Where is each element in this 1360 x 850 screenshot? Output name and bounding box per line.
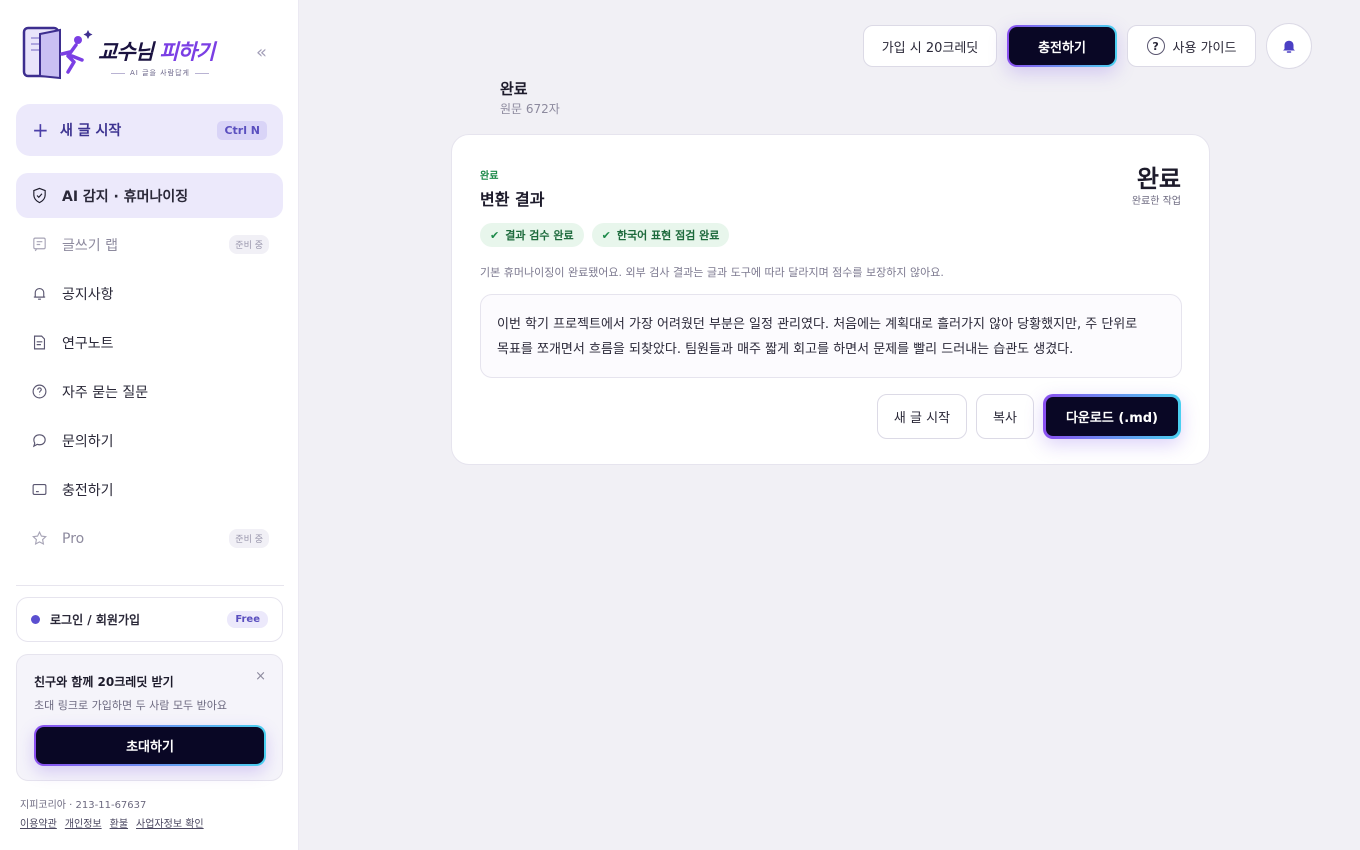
bell-icon	[1283, 40, 1295, 53]
message-square-icon	[30, 236, 48, 254]
shortcut-badge: Ctrl N	[217, 120, 267, 140]
invite-promo-card: 친구와 함께 20크레딧 받기 초대 링크로 가입하면 두 사람 모두 받아요 …	[16, 654, 283, 781]
disclaimer-text: 기본 휴머나이징이 완료됐어요. 외부 검사 결과는 글과 도구에 따라 달라지…	[480, 266, 944, 279]
login-signup-button[interactable]: 로그인 / 회원가입 Free	[16, 597, 283, 642]
sidebar-item-notices[interactable]: 공지사항	[16, 271, 283, 316]
status-label: 완료	[480, 171, 499, 182]
sidebar: 교수님 피하기 AI 글을 사람답게 « + 새 글 시작 Ctrl N AI …	[0, 0, 299, 850]
check-icon: ✔	[490, 228, 500, 242]
guide-label: 사용 가이드	[1172, 40, 1237, 56]
sidebar-item-writing-lab[interactable]: 글쓰기 랩 준비 중	[16, 222, 283, 267]
chip-review-done: ✔ 결과 검수 완료	[480, 223, 584, 247]
big-status-caption: 완료한 작업	[1131, 196, 1181, 207]
check-icon: ✔	[601, 228, 611, 242]
logo-icon	[22, 26, 93, 80]
chat-bubble-icon	[30, 432, 48, 450]
sidebar-item-label: AI 감지 · 휴머나이징	[62, 188, 189, 205]
sidebar-item-label: 글쓰기 랩	[62, 237, 118, 254]
brand-tagline: AI 글을 사람답게	[106, 68, 214, 78]
sidebar-item-research-notes[interactable]: 연구노트	[16, 320, 283, 365]
invite-title: 친구와 함께 20크레딧 받기	[34, 675, 174, 689]
status-dot	[31, 615, 40, 624]
card-actions: 새 글 시작 복사 다운로드 (.md)	[876, 394, 1181, 439]
help-circle-icon	[30, 383, 48, 401]
sidebar-item-label: 자주 묻는 질문	[62, 384, 149, 401]
download-button[interactable]: 다운로드 (.md)	[1043, 394, 1181, 439]
close-icon[interactable]: ×	[255, 669, 266, 684]
page-subtitle: 원문 672자	[500, 102, 560, 116]
sidebar-item-label: 공지사항	[62, 286, 114, 303]
check-chips: ✔ 결과 검수 완료 ✔ 한국어 표현 점검 완료	[480, 223, 730, 247]
bell-icon	[30, 285, 48, 303]
help-circle-icon: ?	[1146, 37, 1165, 55]
sidebar-nav: AI 감지 · 휴머나이징 글쓰기 랩 준비 중 공지사항 연구노트 자주 묻는…	[16, 173, 283, 565]
logo[interactable]: 교수님 피하기 AI 글을 사람답게	[22, 24, 232, 84]
shield-icon	[30, 187, 48, 205]
refund-link[interactable]: 환불	[110, 815, 128, 830]
result-line: 이번 학기 프로젝트에서 가장 어려웠던 부분은 일정 관리였다. 처음에는 계…	[497, 317, 1138, 332]
new-writing-label: 새 글 시작	[60, 123, 122, 139]
document-icon	[30, 334, 48, 352]
result-text[interactable]: 이번 학기 프로젝트에서 가장 어려웠던 부분은 일정 관리였다. 처음에는 계…	[480, 294, 1182, 378]
coming-soon-badge: 준비 중	[229, 235, 269, 254]
sidebar-item-faq[interactable]: 자주 묻는 질문	[16, 369, 283, 414]
notifications-button[interactable]	[1266, 23, 1312, 69]
sidebar-item-label: 문의하기	[62, 433, 114, 450]
plus-icon: +	[32, 118, 49, 142]
sidebar-item-charge[interactable]: 충전하기	[16, 467, 283, 512]
chip-korean-check-done: ✔ 한국어 표현 점검 완료	[591, 223, 730, 247]
coming-soon-badge: 준비 중	[229, 529, 269, 548]
terms-link[interactable]: 이용약관	[20, 815, 57, 830]
card-title: 변환 결과	[480, 190, 545, 209]
card-icon	[30, 481, 48, 499]
charge-button[interactable]: 충전하기	[1007, 25, 1117, 67]
new-writing-button[interactable]: + 새 글 시작 Ctrl N	[16, 104, 283, 156]
sidebar-item-ai-detect[interactable]: AI 감지 · 휴머나이징	[16, 173, 283, 218]
big-status: 완료	[1136, 165, 1181, 193]
copy-button[interactable]: 복사	[976, 394, 1034, 439]
sidebar-item-pro[interactable]: Pro 준비 중	[16, 516, 283, 561]
signup-bonus-button[interactable]: 가입 시 20크레딧	[863, 25, 997, 67]
login-label: 로그인 / 회원가입	[50, 613, 141, 627]
new-writing-button[interactable]: 새 글 시작	[876, 394, 968, 439]
plan-badge: Free	[227, 611, 268, 628]
collapse-sidebar-button[interactable]: «	[256, 42, 267, 63]
business-info-link[interactable]: 사업자정보 확인	[136, 815, 204, 830]
brand-name: 교수님 피하기	[98, 40, 215, 64]
invite-button[interactable]: 초대하기	[34, 725, 266, 766]
guide-button[interactable]: ? 사용 가이드	[1127, 25, 1256, 67]
result-card: 완료 변환 결과 완료 완료한 작업 ✔ 결과 검수 완료 ✔ 한국어 표현 점검 …	[451, 134, 1210, 465]
footer-links: 이용약관 개인정보 환불 사업자정보 확인	[20, 815, 204, 830]
sidebar-item-contact[interactable]: 문의하기	[16, 418, 283, 463]
sidebar-item-label: Pro	[62, 530, 85, 547]
result-line: 목표를 쪼개면서 흐름을 되찾았다. 팀원들과 매주 짧게 회고를 하면서 문제…	[497, 342, 1074, 357]
sidebar-divider	[16, 585, 284, 586]
invite-subtitle: 초대 링크로 가입하면 두 사람 모두 받아요	[34, 699, 228, 712]
company-info: 지피코리아 · 213-11-67637	[20, 800, 147, 811]
page-title: 완료	[500, 80, 528, 98]
star-icon	[30, 530, 48, 548]
sidebar-item-label: 연구노트	[62, 335, 114, 352]
privacy-link[interactable]: 개인정보	[65, 815, 102, 830]
sidebar-item-label: 충전하기	[62, 482, 114, 499]
